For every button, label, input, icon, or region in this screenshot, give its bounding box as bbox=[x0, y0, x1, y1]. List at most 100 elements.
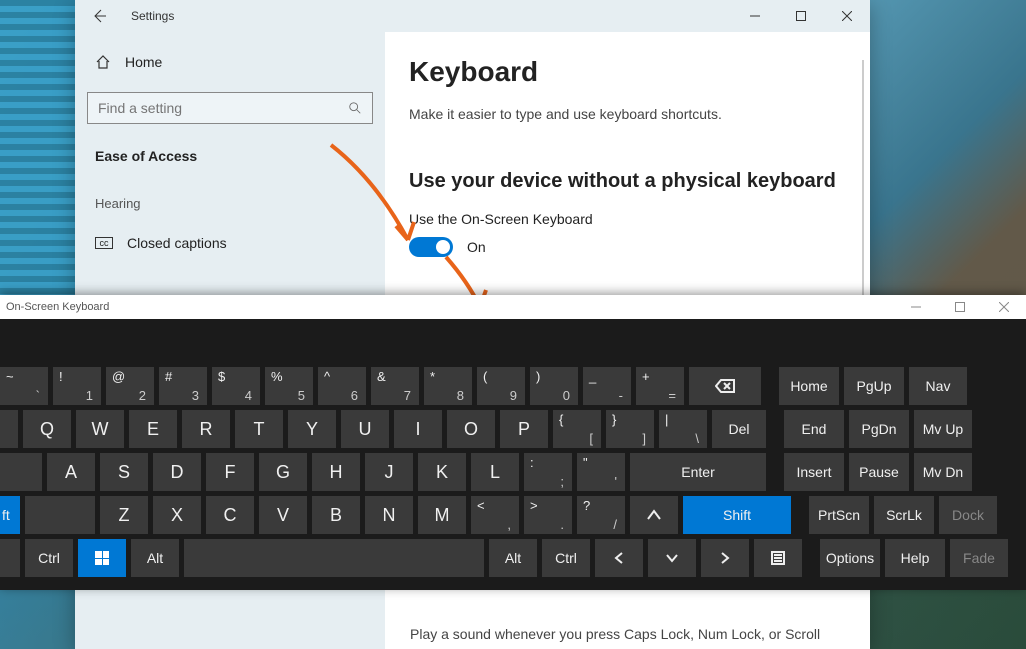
key-up[interactable] bbox=[630, 496, 678, 534]
desktop-texture-left bbox=[0, 0, 75, 300]
key-x[interactable]: X bbox=[153, 496, 201, 534]
key-d[interactable]: D bbox=[153, 453, 201, 491]
key-t[interactable]: T bbox=[235, 410, 283, 448]
key-menu[interactable] bbox=[754, 539, 802, 577]
key-2[interactable]: @2 bbox=[106, 367, 154, 405]
key-shift-pad[interactable] bbox=[25, 496, 95, 534]
osk-close-button[interactable] bbox=[982, 295, 1026, 319]
key-/[interactable]: ?/ bbox=[577, 496, 625, 534]
key-shift-right[interactable]: Shift bbox=[683, 496, 791, 534]
key-ctrl-right[interactable]: Ctrl bbox=[542, 539, 590, 577]
key-mvdn[interactable]: Mv Dn bbox=[914, 453, 972, 491]
key-ctrl-left[interactable]: Ctrl bbox=[25, 539, 73, 577]
key-c[interactable]: C bbox=[206, 496, 254, 534]
key-end[interactable]: End bbox=[784, 410, 844, 448]
key-z[interactable]: Z bbox=[100, 496, 148, 534]
osk-toggle[interactable] bbox=[409, 237, 453, 257]
key-;[interactable]: :; bbox=[524, 453, 572, 491]
key-v[interactable]: V bbox=[259, 496, 307, 534]
key-m[interactable]: M bbox=[418, 496, 466, 534]
key-options[interactable]: Options bbox=[820, 539, 880, 577]
key-w[interactable]: W bbox=[76, 410, 124, 448]
key-space[interactable] bbox=[184, 539, 484, 577]
search-box[interactable] bbox=[87, 92, 373, 124]
key--[interactable]: _- bbox=[583, 367, 631, 405]
key-j[interactable]: J bbox=[365, 453, 413, 491]
key-n[interactable]: N bbox=[365, 496, 413, 534]
key-g[interactable]: G bbox=[259, 453, 307, 491]
key-r[interactable]: R bbox=[182, 410, 230, 448]
maximize-button[interactable] bbox=[778, 0, 824, 32]
key-h[interactable]: H bbox=[312, 453, 360, 491]
key-shift-left[interactable]: ft bbox=[0, 496, 20, 534]
key-scrlk[interactable]: ScrLk bbox=[874, 496, 934, 534]
key-home[interactable]: Home bbox=[779, 367, 839, 405]
key-del[interactable]: Del bbox=[712, 410, 766, 448]
key-8[interactable]: *8 bbox=[424, 367, 472, 405]
key-nav[interactable]: Nav bbox=[909, 367, 967, 405]
key-0[interactable]: )0 bbox=[530, 367, 578, 405]
key-3[interactable]: #3 bbox=[159, 367, 207, 405]
key-fn-edge[interactable] bbox=[0, 539, 20, 577]
key-6[interactable]: ^6 bbox=[318, 367, 366, 405]
search-input[interactable] bbox=[98, 100, 348, 116]
cc-icon: cc bbox=[95, 237, 113, 249]
key-win[interactable] bbox=[78, 539, 126, 577]
key-dock[interactable]: Dock bbox=[939, 496, 997, 534]
key-u[interactable]: U bbox=[341, 410, 389, 448]
key-enter[interactable]: Enter bbox=[630, 453, 766, 491]
key-insert[interactable]: Insert bbox=[784, 453, 844, 491]
osk-row-5: CtrlAltAltCtrlOptionsHelpFade bbox=[0, 539, 1021, 577]
peek-text: Play a sound whenever you press Caps Loc… bbox=[410, 626, 865, 642]
osk-maximize-button[interactable] bbox=[938, 295, 982, 319]
key-backspace[interactable] bbox=[689, 367, 761, 405]
key-e[interactable]: E bbox=[129, 410, 177, 448]
key-9[interactable]: (9 bbox=[477, 367, 525, 405]
key-down[interactable] bbox=[648, 539, 696, 577]
key-l[interactable]: L bbox=[471, 453, 519, 491]
key-y[interactable]: Y bbox=[288, 410, 336, 448]
key-k[interactable]: K bbox=[418, 453, 466, 491]
key-fade[interactable]: Fade bbox=[950, 539, 1008, 577]
key-p[interactable]: P bbox=[500, 410, 548, 448]
key-'[interactable]: "' bbox=[577, 453, 625, 491]
key-help[interactable]: Help bbox=[885, 539, 945, 577]
key-o[interactable]: O bbox=[447, 410, 495, 448]
key-7[interactable]: &7 bbox=[371, 367, 419, 405]
key-][interactable]: }] bbox=[606, 410, 654, 448]
key-[[interactable]: {[ bbox=[553, 410, 601, 448]
close-button[interactable] bbox=[824, 0, 870, 32]
key-alt-right[interactable]: Alt bbox=[489, 539, 537, 577]
key-tab-edge[interactable] bbox=[0, 410, 18, 448]
key-mvup[interactable]: Mv Up bbox=[914, 410, 972, 448]
key-1[interactable]: !1 bbox=[53, 367, 101, 405]
key-caps-edge[interactable] bbox=[0, 453, 42, 491]
section-title: Use your device without a physical keybo… bbox=[409, 170, 846, 193]
key-a[interactable]: A bbox=[47, 453, 95, 491]
key-prtscn[interactable]: PrtScn bbox=[809, 496, 869, 534]
key-pgdn[interactable]: PgDn bbox=[849, 410, 909, 448]
osk-minimize-button[interactable] bbox=[894, 295, 938, 319]
key-alt-left[interactable]: Alt bbox=[131, 539, 179, 577]
key-4[interactable]: $4 bbox=[212, 367, 260, 405]
key-b[interactable]: B bbox=[312, 496, 360, 534]
key-`[interactable]: ~` bbox=[0, 367, 48, 405]
key-q[interactable]: Q bbox=[23, 410, 71, 448]
key-left[interactable] bbox=[595, 539, 643, 577]
key-,[interactable]: <, bbox=[471, 496, 519, 534]
key-f[interactable]: F bbox=[206, 453, 254, 491]
sidebar-item-closed-captions[interactable]: cc Closed captions bbox=[87, 225, 385, 261]
key-\[interactable]: |\ bbox=[659, 410, 707, 448]
key-.[interactable]: >. bbox=[524, 496, 572, 534]
key-5[interactable]: %5 bbox=[265, 367, 313, 405]
key-=[interactable]: += bbox=[636, 367, 684, 405]
back-button[interactable] bbox=[75, 0, 123, 32]
key-pgup[interactable]: PgUp bbox=[844, 367, 904, 405]
key-right[interactable] bbox=[701, 539, 749, 577]
minimize-button[interactable] bbox=[732, 0, 778, 32]
key-s[interactable]: S bbox=[100, 453, 148, 491]
osk-row-2: QWERTYUIOP{[}]|\Del EndPgDnMv Up bbox=[0, 410, 1021, 448]
home-nav[interactable]: Home bbox=[87, 44, 385, 80]
key-pause[interactable]: Pause bbox=[849, 453, 909, 491]
key-i[interactable]: I bbox=[394, 410, 442, 448]
